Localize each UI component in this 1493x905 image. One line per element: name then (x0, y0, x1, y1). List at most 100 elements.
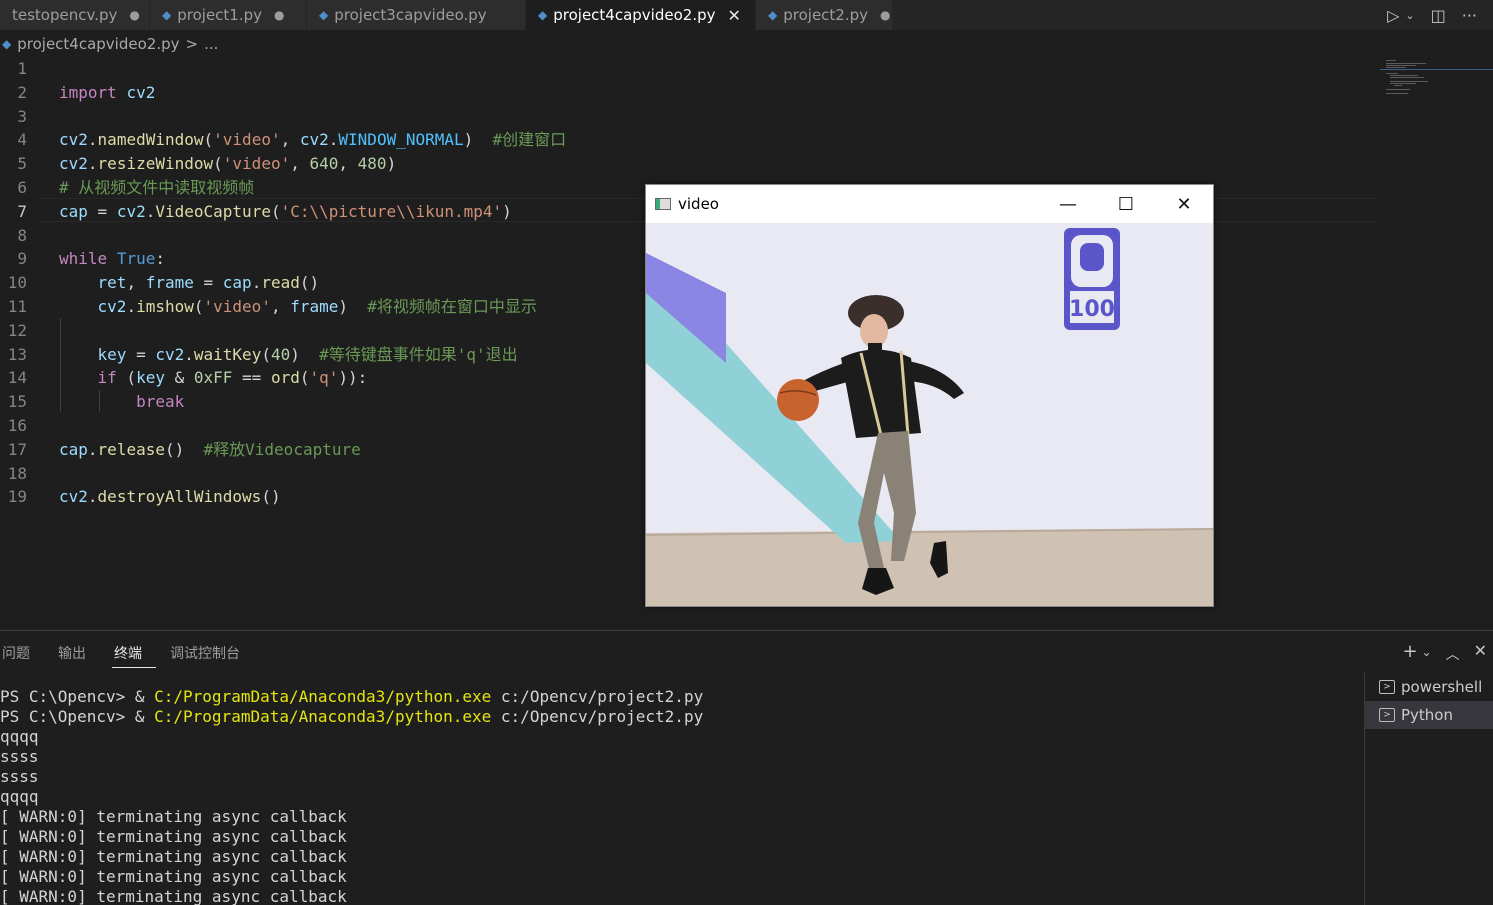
line-number: 2 (17, 82, 27, 102)
tab-label: project4capvideo2.py (553, 6, 716, 24)
close-button[interactable]: ✕ (1155, 185, 1213, 223)
terminal-line: qqqq (0, 727, 39, 746)
code-text: if (key & 0xFF == ord('q')): (97, 368, 368, 388)
code-text: cv2.imshow('video', frame) #将视频帧在窗口中显示 (97, 297, 537, 316)
terminal-line: [ WARN:0] terminating async callback (0, 847, 347, 866)
python-file-icon: ◆ (162, 8, 172, 22)
terminal-list: > powershell > Python (1364, 673, 1493, 905)
tab-label: project3capvideo.py (334, 6, 487, 24)
panel-tab-2[interactable]: 终端 (112, 641, 156, 668)
code-text: key = cv2.waitKey(40) #等待键盘事件如果'q'退出 (97, 344, 518, 364)
panel-tab-1[interactable]: 输出 (56, 641, 100, 667)
code-text: break (136, 392, 185, 412)
breadcrumb: ◆ project4capvideo2.py > ... (0, 32, 218, 56)
terminal-line: PS C:\Opencv> & C:/ProgramData/Anaconda3… (0, 707, 704, 726)
more-actions-icon[interactable]: ··· (1462, 6, 1477, 25)
tab-project3capvideo-py[interactable]: ◆ project3capvideo.py (307, 0, 526, 30)
code-text: cap.release() #释放Videocapture (59, 439, 361, 459)
line-number: 8 (17, 225, 27, 245)
breadcrumb-separator: > (185, 35, 199, 53)
editor-tab-bar: testopencv.py ● ◆ project1.py ● ◆ project3capv… (0, 0, 1493, 30)
code-text: # 从视频文件中读取视频帧 (59, 178, 255, 197)
code-text: import cv2 (59, 82, 156, 102)
line-number: 9 (17, 249, 27, 269)
panel-actions: + ⌄ ︿ ✕ (1402, 641, 1487, 664)
maximize-button[interactable]: ☐ (1097, 185, 1155, 223)
video-frame-image: 100 (646, 223, 1213, 606)
line-number: 3 (17, 106, 27, 126)
python-file-icon: ◆ (538, 8, 548, 22)
python-file-icon: ◆ (319, 8, 329, 22)
line-number: 10 (7, 273, 27, 293)
minimap[interactable] (1380, 56, 1493, 106)
panel-tabs: 问题 输出 终端 调试控制台 (0, 641, 266, 668)
terminal-instance-powershell[interactable]: > powershell (1365, 673, 1493, 701)
panel-tab-0[interactable]: 问题 (0, 641, 44, 667)
maximize-panel-icon[interactable]: ︿ (1446, 644, 1460, 664)
line-number: 1 (17, 59, 27, 78)
code-line[interactable]: 3 (0, 105, 1370, 129)
line-number: 5 (17, 154, 27, 174)
code-line[interactable]: 4 cv2.namedWindow('video', cv2.WINDOW_NOR… (0, 128, 1370, 152)
editor-actions: ▷ ⌄ ◫ ··· (1387, 0, 1493, 30)
tab-label: testopencv.py (12, 6, 118, 24)
tab-project1-py[interactable]: ◆ project1.py ● (150, 0, 307, 30)
video-frame: 100 (646, 223, 1213, 606)
line-number: 18 (7, 463, 27, 483)
video-window-title: video (678, 195, 719, 213)
panel-tab-3[interactable]: 调试控制台 (168, 641, 254, 667)
minimize-button[interactable]: — (1039, 185, 1097, 223)
terminal-line: [ WARN:0] terminating async callback (0, 827, 347, 846)
terminal-line: [ WARN:0] terminating async callback (0, 867, 347, 886)
code-line[interactable]: 1 (0, 57, 1370, 81)
bottom-panel: 问题 输出 终端 调试控制台 + ⌄ ︿ ✕ PS C:\Opencv> & C:/P… (0, 630, 1493, 905)
code-text: cv2.namedWindow('video', cv2.WINDOW_NORM… (59, 130, 567, 150)
code-text: cv2.destroyAllWindows() (59, 487, 281, 507)
new-terminal-icon[interactable]: + (1402, 641, 1417, 664)
tab-project2-py[interactable]: ◆ project2.py ● (756, 0, 893, 30)
video-window[interactable]: video — ☐ ✕ 100 (645, 184, 1214, 607)
terminal-icon: > (1379, 708, 1395, 722)
chevron-down-icon[interactable]: ⌄ (1405, 9, 1414, 22)
split-editor-icon[interactable]: ◫ (1431, 6, 1446, 25)
line-number: 4 (17, 130, 27, 150)
line-number: 13 (7, 344, 27, 364)
tab-project4capvideo2-py[interactable]: ◆ project4capvideo2.py ✕ (526, 0, 756, 30)
close-tab-icon[interactable]: ✕ (727, 6, 740, 25)
terminal-icon: > (1379, 680, 1395, 694)
modified-dot-icon[interactable]: ● (129, 8, 139, 22)
run-icon[interactable]: ▷ (1387, 6, 1399, 25)
line-number: 12 (7, 320, 27, 340)
modified-dot-icon[interactable]: ● (274, 8, 284, 22)
terminal-instance-python[interactable]: > Python (1365, 701, 1493, 729)
breadcrumb-file[interactable]: project4capvideo2.py (17, 35, 179, 53)
line-number: 19 (7, 487, 27, 507)
line-number: 6 (17, 178, 27, 197)
terminal-line: PS C:\Opencv> & C:/ProgramData/Anaconda3… (0, 687, 704, 706)
terminal-line: qqqq (0, 787, 39, 806)
terminal-output[interactable]: PS C:\Opencv> & C:/ProgramData/Anaconda3… (0, 687, 1364, 905)
chevron-down-icon[interactable]: ⌄ (1422, 645, 1432, 664)
python-file-icon: ◆ (768, 8, 778, 22)
breadcrumb-more[interactable]: ... (204, 35, 218, 53)
line-number: 15 (7, 392, 27, 412)
terminal-line: [ WARN:0] terminating async callback (0, 887, 347, 905)
modified-dot-icon[interactable]: ● (880, 8, 890, 22)
code-line[interactable]: 2 import cv2 (0, 81, 1370, 105)
terminal-instance-label: powershell (1401, 678, 1483, 696)
app-icon (655, 198, 671, 210)
line-number: 17 (7, 439, 27, 459)
python-file-icon: ◆ (2, 37, 12, 51)
terminal-instance-label: Python (1401, 706, 1453, 724)
tab-label: project2.py (783, 6, 869, 24)
code-text: cap = cv2.VideoCapture('C:\\picture\\iku… (59, 201, 512, 221)
video-window-titlebar[interactable]: video — ☐ ✕ (646, 185, 1213, 223)
line-number: 7 (17, 201, 27, 221)
tab-testopencv-py[interactable]: testopencv.py ● (0, 0, 150, 30)
close-panel-icon[interactable]: ✕ (1474, 641, 1487, 664)
brand-logo: 100 (1064, 228, 1120, 330)
terminal-line: ssss (0, 767, 39, 786)
code-line[interactable]: 5 cv2.resizeWindow('video', 640, 480) (0, 152, 1370, 176)
line-number: 11 (7, 297, 27, 316)
tab-label: project1.py (177, 6, 263, 24)
